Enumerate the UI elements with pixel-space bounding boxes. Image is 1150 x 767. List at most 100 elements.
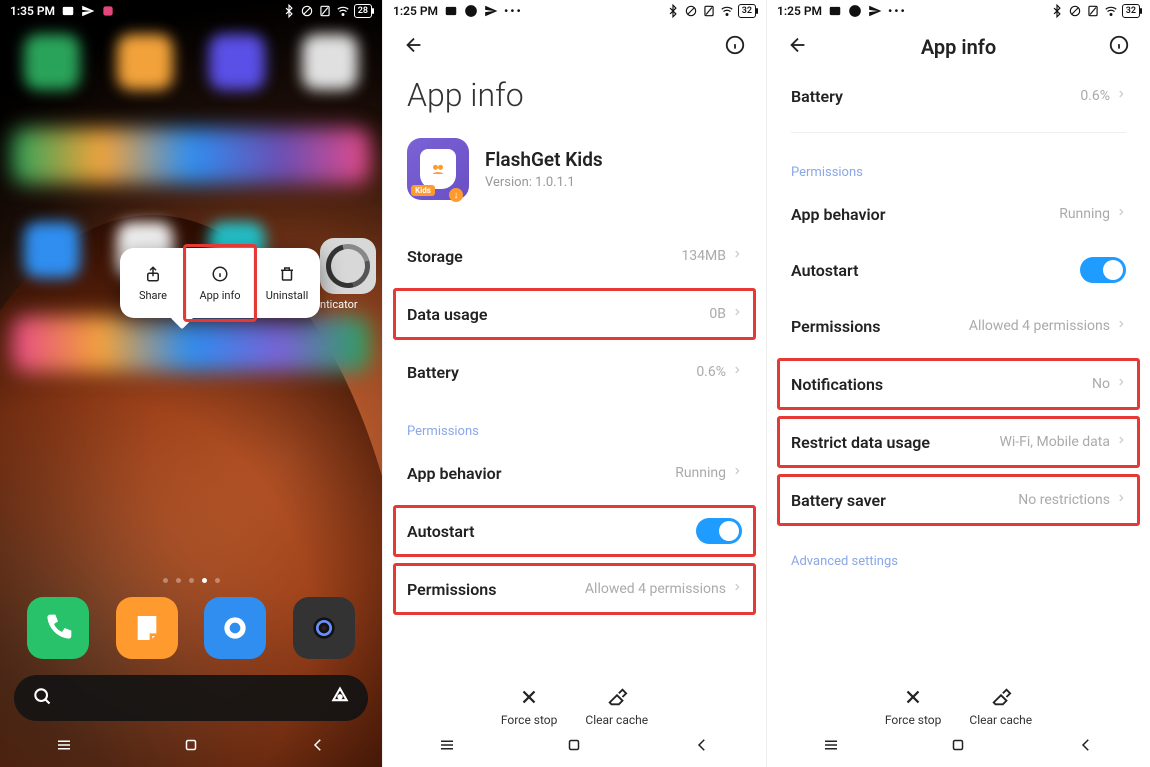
row-notifications[interactable]: Notifications No (775, 356, 1142, 412)
autostart-toggle[interactable] (1080, 257, 1126, 283)
row-label: Permissions (407, 580, 496, 599)
row-label: Battery (791, 87, 843, 106)
force-stop-button[interactable]: Force stop (885, 686, 942, 727)
popup-appinfo-label: App info (199, 289, 240, 302)
wifi-icon (1104, 4, 1118, 18)
nav-home[interactable] (565, 736, 583, 758)
nav-home[interactable] (182, 736, 200, 758)
mail-icon (61, 4, 75, 18)
back-button[interactable] (787, 34, 809, 60)
app-icon-blurred[interactable] (24, 34, 80, 90)
popup-appinfo-button[interactable]: App info (187, 248, 254, 318)
row-permissions[interactable]: Permissions Allowed 4 permissions (767, 298, 1150, 354)
clear-cache-button[interactable]: Clear cache (969, 686, 1032, 727)
authenticator-icon (320, 238, 376, 294)
mute-icon (1068, 4, 1082, 18)
clear-cache-label: Clear cache (969, 713, 1032, 727)
three-panel-tutorial: 1:35 PM 28 (0, 0, 1150, 767)
context-popup: Share App info Uninstall (120, 248, 320, 318)
nav-recents[interactable] (438, 736, 456, 758)
nosim-icon (702, 4, 716, 18)
app-icon-blurred[interactable] (24, 222, 80, 278)
clear-cache-button[interactable]: Clear cache (585, 686, 648, 727)
android-nav (767, 727, 1150, 767)
info-icon (211, 265, 229, 286)
back-button[interactable] (403, 34, 425, 60)
popup-uninstall-button[interactable]: Uninstall (254, 248, 320, 318)
info-button[interactable] (724, 34, 746, 60)
mail-icon (444, 4, 458, 18)
mute-icon (684, 4, 698, 18)
row-label: Battery (407, 363, 459, 382)
search-icon (32, 686, 52, 710)
row-autostart[interactable]: Autostart (767, 242, 1150, 298)
row-restrict-data-highlight: Restrict data usage Wi-Fi, Mobile data (775, 414, 1142, 470)
authenticator-app[interactable]: nticator (320, 238, 376, 311)
row-value: 0B (709, 306, 726, 322)
row-value: No (1092, 376, 1110, 392)
dock-notes[interactable] (116, 597, 178, 659)
nav-home[interactable] (949, 736, 967, 758)
nav-back[interactable] (1077, 736, 1095, 758)
popup-uninstall-label: Uninstall (266, 289, 309, 302)
row-storage[interactable]: Storage 134MB (383, 228, 766, 284)
row-restrict-data[interactable]: Restrict data usage Wi-Fi, Mobile data (775, 414, 1142, 470)
row-label: App behavior (407, 464, 501, 483)
page-title: App info (383, 68, 766, 138)
status-bar: 1:25 PM ••• 32 (767, 0, 1150, 20)
kids-badge: Kids (411, 185, 435, 196)
row-permissions-highlight: Permissions Allowed 4 permissions (391, 561, 758, 617)
chevron-right-icon (1116, 375, 1126, 393)
row-value: Running (675, 465, 726, 481)
row-battery[interactable]: Battery 0.6% (383, 344, 766, 400)
bluetooth-icon (282, 4, 296, 18)
row-battery-saver[interactable]: Battery saver No restrictions (775, 472, 1142, 528)
autostart-toggle[interactable] (696, 518, 742, 544)
mute-icon (300, 4, 314, 18)
app-badge-icon (101, 4, 115, 18)
voice-icon[interactable] (330, 686, 350, 710)
android-nav (0, 727, 382, 767)
section-advanced: Advanced settings (767, 530, 1150, 575)
row-value: 0.6% (696, 364, 726, 380)
nav-recents[interactable] (55, 736, 73, 758)
app-name: FlashGet Kids (485, 148, 603, 171)
android-nav (383, 727, 766, 767)
row-label: Permissions (791, 317, 880, 336)
dock-browser[interactable] (204, 597, 266, 659)
row-label: Notifications (791, 375, 883, 394)
force-stop-button[interactable]: Force stop (501, 686, 558, 727)
row-app-behavior[interactable]: App behavior Running (767, 186, 1150, 242)
app-icon-blurred[interactable] (117, 34, 173, 90)
clear-cache-label: Clear cache (585, 713, 648, 727)
dock-phone[interactable] (27, 597, 89, 659)
app-icon-blurred[interactable] (209, 34, 265, 90)
force-stop-label: Force stop (885, 713, 942, 727)
chevron-right-icon (1116, 317, 1126, 335)
search-bar[interactable] (14, 675, 368, 721)
dock-camera[interactable] (293, 597, 355, 659)
section-permissions: Permissions (383, 400, 766, 445)
panel-appinfo-1: 1:25 PM ••• 32 App info Kids (383, 0, 767, 767)
row-data-usage[interactable]: Data usage 0B (391, 286, 758, 342)
status-time: 1:25 PM (777, 4, 822, 18)
nav-recents[interactable] (822, 736, 840, 758)
row-value: Allowed 4 permissions (969, 318, 1110, 334)
row-autostart[interactable]: Autostart (391, 503, 758, 559)
row-value: Wi-Fi, Mobile data (999, 434, 1110, 450)
telegram-icon (848, 4, 862, 18)
info-button[interactable] (1108, 34, 1130, 60)
chevron-right-icon (732, 247, 742, 265)
status-time: 1:35 PM (10, 4, 55, 18)
popup-share-button[interactable]: Share (120, 248, 187, 318)
status-bar: 1:25 PM ••• 32 (383, 0, 766, 20)
row-app-behavior[interactable]: App behavior Running (383, 445, 766, 501)
nav-back[interactable] (309, 736, 327, 758)
row-battery[interactable]: Battery 0.6% (767, 68, 1150, 124)
nav-back[interactable] (693, 736, 711, 758)
row-permissions[interactable]: Permissions Allowed 4 permissions (391, 561, 758, 617)
app-bar: App info (767, 20, 1150, 68)
app-icon-blurred[interactable] (302, 34, 358, 90)
divider (791, 132, 1126, 133)
dock (0, 591, 382, 665)
